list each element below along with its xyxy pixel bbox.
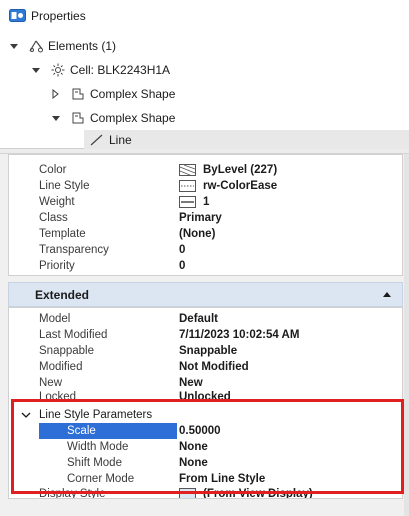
section-title: Extended <box>35 287 90 302</box>
complex-shape-icon <box>72 112 84 124</box>
general-group: Color ByLevel (227) Line Style rw-ColorE… <box>8 154 403 276</box>
expanded-arrow-icon[interactable] <box>50 112 62 124</box>
weight-swatch-icon <box>179 196 196 208</box>
property-row-priority[interactable]: Priority 0 <box>9 258 402 274</box>
property-name: Template <box>39 228 86 240</box>
tree-item-label: Complex Shape <box>90 111 176 125</box>
property-value: 0 <box>179 244 186 256</box>
property-value: 1 <box>203 196 210 208</box>
title-bar: Properties <box>0 0 409 31</box>
color-swatch-icon <box>179 164 196 176</box>
linestyle-swatch-icon <box>179 180 196 192</box>
line-icon <box>90 134 103 145</box>
property-value: New <box>179 377 203 389</box>
property-value: ByLevel (227) <box>203 164 278 176</box>
tree-item-label: Line <box>109 132 132 147</box>
property-name: Color <box>39 164 67 176</box>
property-value: 0 <box>179 260 186 272</box>
property-value: Not Modified <box>179 361 249 373</box>
property-row-snappable[interactable]: Snappable Snappable <box>9 343 402 359</box>
property-row-class[interactable]: Class Primary <box>9 210 402 226</box>
cell-icon <box>51 63 65 77</box>
property-value: (None) <box>179 228 216 240</box>
tree-item-label: Complex Shape <box>90 87 176 101</box>
tree-item-complex-shape-2[interactable]: Complex Shape <box>50 106 175 130</box>
tree-item-label: Cell: BLK2243H1A <box>70 63 171 77</box>
property-value: Snappable <box>179 345 238 357</box>
property-name: Model <box>39 313 71 325</box>
property-row-last-modified[interactable]: Last Modified 7/11/2023 10:02:54 AM <box>9 327 402 343</box>
properties-app-icon <box>9 9 26 22</box>
property-row-transparency[interactable]: Transparency 0 <box>9 242 402 258</box>
window-title: Properties <box>31 8 86 23</box>
collapsed-arrow-icon[interactable] <box>50 88 62 100</box>
annotation-highlight-box <box>11 399 404 494</box>
property-name: Modified <box>39 361 83 373</box>
property-name: Line Style <box>39 180 90 192</box>
property-row-model[interactable]: Model Default <box>9 311 402 327</box>
expanded-arrow-icon[interactable] <box>8 40 20 52</box>
property-value: Primary <box>179 212 222 224</box>
tree-item-elements[interactable]: Elements (1) <box>8 34 116 58</box>
section-header-extended[interactable]: Extended <box>8 282 403 307</box>
tree-item-complex-shape-1[interactable]: Complex Shape <box>50 82 175 106</box>
complex-shape-icon <box>72 88 84 100</box>
property-row-template[interactable]: Template (None) <box>9 226 402 242</box>
property-name: Class <box>39 212 68 224</box>
property-value: 7/11/2023 10:02:54 AM <box>179 329 300 341</box>
property-value: Default <box>179 313 218 325</box>
property-row-color[interactable]: Color ByLevel (227) <box>9 162 402 178</box>
property-name: New <box>39 377 63 389</box>
elements-icon <box>29 40 43 53</box>
property-name: Priority <box>39 260 75 272</box>
property-name: Snappable <box>39 345 94 357</box>
property-row-new[interactable]: New New <box>9 375 402 391</box>
property-row-weight[interactable]: Weight 1 <box>9 194 402 210</box>
property-name: Last Modified <box>39 329 108 341</box>
tree-item-line[interactable]: Line <box>84 130 409 149</box>
property-row-modified[interactable]: Modified Not Modified <box>9 359 402 375</box>
property-name: Transparency <box>39 244 109 256</box>
tree-item-cell[interactable]: Cell: BLK2243H1A <box>30 58 170 82</box>
tree-item-label: Elements (1) <box>48 39 117 53</box>
property-value: rw-ColorEase <box>203 180 278 192</box>
element-tree: Elements (1) Cell: BLK2243H1A Complex Sh… <box>0 31 409 149</box>
property-name: Weight <box>39 196 75 208</box>
collapse-section-icon[interactable] <box>382 290 392 298</box>
property-row-line-style[interactable]: Line Style rw-ColorEase <box>9 178 402 194</box>
scrollbar[interactable] <box>404 154 409 516</box>
expanded-arrow-icon[interactable] <box>30 64 42 76</box>
